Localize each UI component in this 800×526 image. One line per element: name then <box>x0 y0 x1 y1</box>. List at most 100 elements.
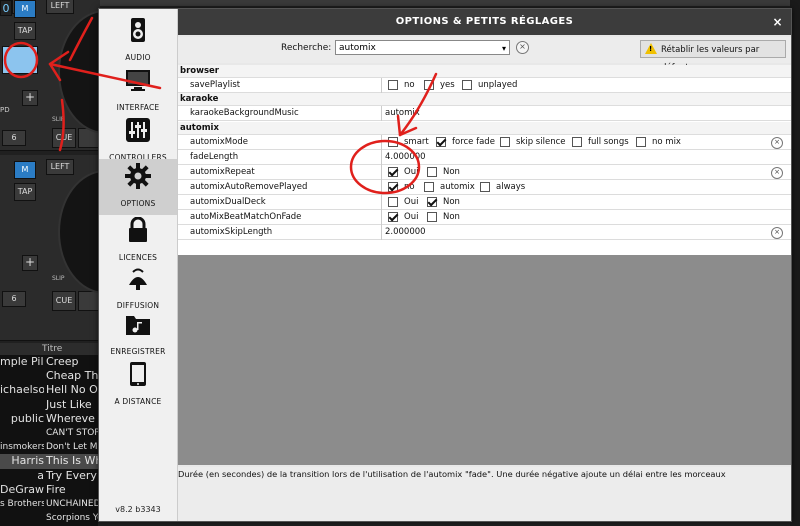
speaker-icon <box>131 18 145 42</box>
option-smart[interactable]: smart <box>388 137 429 148</box>
option-value[interactable]: automix <box>381 106 791 121</box>
playlist-row[interactable]: Scorpions You <box>0 511 98 525</box>
chevron-down-icon[interactable]: ▾ <box>502 41 506 56</box>
option-oui[interactable]: Oui <box>388 212 418 223</box>
checkbox-checked[interactable] <box>388 167 398 177</box>
deck-bottom-m-button[interactable]: M <box>14 161 36 179</box>
checkbox[interactable] <box>388 80 398 90</box>
playlist-artist: insmokers <box>0 442 44 453</box>
option-no[interactable]: no <box>388 80 415 91</box>
option-automix[interactable]: automix <box>424 182 475 193</box>
checkbox[interactable] <box>427 167 437 177</box>
playlist-title: Fire <box>46 482 66 496</box>
playlist-row[interactable]: Cheap Th <box>0 369 98 383</box>
option-non[interactable]: Non <box>427 212 460 223</box>
reset-defaults-button[interactable]: ! Rétablir les valeurs par défaut <box>640 40 786 73</box>
gear-icon <box>125 163 151 189</box>
option-label: Oui <box>404 167 419 177</box>
playlist-artist: mple Pilots <box>0 355 44 368</box>
option-force-fade[interactable]: force fade <box>436 137 495 148</box>
option-label: yes <box>440 80 455 90</box>
checkbox[interactable] <box>388 197 398 207</box>
checkbox[interactable] <box>462 80 472 90</box>
option-label: Oui <box>404 197 419 207</box>
option-label: Non <box>443 212 460 222</box>
option-yes[interactable]: yes <box>424 80 455 91</box>
deck-bottom-six-button[interactable]: 6 <box>2 291 26 307</box>
deck-top-tap-button[interactable]: TAP <box>14 22 36 40</box>
sidebar-item-enregistrer[interactable]: ENREGISTRER <box>99 307 177 363</box>
playlist-row[interactable]: HarrisThis Is What <box>0 454 98 469</box>
sidebar-item-audio[interactable]: AUDIO <box>99 13 177 69</box>
sidebar-item-options[interactable]: OPTIONS <box>99 159 177 215</box>
close-icon[interactable]: × <box>773 9 783 35</box>
option-oui[interactable]: Oui <box>388 197 418 208</box>
deck-bottom-plus-button[interactable]: + <box>22 255 38 271</box>
row-karaokebackgroundmusic: karaokeBackgroundMusic automix <box>178 106 791 121</box>
playlist-row[interactable]: insmokers Don't Let Me <box>0 440 98 454</box>
checkbox[interactable] <box>572 137 582 147</box>
search-input[interactable]: automix ▾ <box>335 40 510 55</box>
option-oui[interactable]: Oui <box>388 167 418 178</box>
group-karaoke: karaoke <box>178 93 791 106</box>
checkbox[interactable] <box>388 137 398 147</box>
playlist-header-title[interactable]: Titre <box>0 343 98 355</box>
playlist-title: Hell No OFF <box>46 383 98 397</box>
deck-top-plus-button[interactable]: + <box>22 90 38 106</box>
playlist-row[interactable]: ichaelsonHell No OFF <box>0 383 98 397</box>
row-automixautoremoveplayed: automixAutoRemovePlayed no automix alway… <box>178 180 791 195</box>
deck-bottom-tap-button[interactable]: TAP <box>14 183 36 201</box>
option-non[interactable]: Non <box>427 197 460 208</box>
option-text-value: 4.000000 <box>385 152 426 162</box>
checkbox-checked[interactable] <box>388 212 398 222</box>
checkbox[interactable] <box>424 80 434 90</box>
checkbox[interactable] <box>500 137 510 147</box>
monitor-icon <box>126 70 150 91</box>
playlist-row[interactable]: s Brothers UNCHAINED <box>0 497 98 511</box>
option-value[interactable]: 4.000000 <box>381 150 791 165</box>
playlist-row[interactable]: CAN'T STOP T <box>0 426 98 440</box>
deck-top-left-button[interactable]: LEFT <box>46 0 74 14</box>
deck-bottom-left-button[interactable]: LEFT <box>46 159 74 175</box>
option-no[interactable]: no <box>388 182 415 193</box>
checkbox-checked[interactable] <box>388 182 398 192</box>
playlist-row[interactable]: a Try Every <box>0 469 98 483</box>
checkbox-checked[interactable] <box>436 137 446 147</box>
checkbox[interactable] <box>427 212 437 222</box>
row-reset-icon[interactable]: × <box>771 227 783 239</box>
option-label: automix <box>440 182 475 192</box>
pitch-slider[interactable] <box>2 46 38 74</box>
deck-bottom-cue-button[interactable]: CUE <box>52 291 76 311</box>
playlist-row[interactable]: DeGraw Fire <box>0 483 98 497</box>
playlist-title: Creep <box>46 355 79 368</box>
checkbox[interactable] <box>480 182 490 192</box>
option-label: Oui <box>404 212 419 222</box>
deck-top-cue-button[interactable]: CUE <box>52 128 76 148</box>
deck-bottom-play-button[interactable] <box>78 291 100 311</box>
sidebar-item-label: AUDIO <box>125 53 151 62</box>
option-no-mix[interactable]: no mix <box>636 137 681 148</box>
playlist-panel: Titre mple PilotsCreepCheap ThichaelsonH… <box>0 343 98 526</box>
row-reset-icon[interactable]: × <box>771 167 783 179</box>
sidebar-item-interface[interactable]: INTERFACE <box>99 63 177 119</box>
sidebar-item-a-distance[interactable]: A DISTANCE <box>99 357 177 413</box>
playlist-row[interactable]: mple PilotsCreep <box>0 355 98 369</box>
option-value: Oui Non × <box>381 165 791 180</box>
option-full-songs[interactable]: full songs <box>572 137 629 148</box>
row-reset-icon[interactable]: × <box>771 137 783 149</box>
option-always[interactable]: always <box>480 182 525 193</box>
deck-top-m-button[interactable]: M <box>14 0 36 18</box>
search-clear-icon[interactable]: × <box>516 41 529 54</box>
checkbox-checked[interactable] <box>427 197 437 207</box>
checkbox[interactable] <box>424 182 434 192</box>
playlist-row[interactable]: public Whereve <box>0 412 98 426</box>
playlist-row[interactable]: Just Like <box>0 398 98 412</box>
option-non[interactable]: Non <box>427 167 460 178</box>
group-automix: automix <box>178 122 791 135</box>
option-unplayed[interactable]: unplayed <box>462 80 517 91</box>
option-value[interactable]: 2.000000 × <box>381 225 791 240</box>
checkbox[interactable] <box>636 137 646 147</box>
option-skip-silence[interactable]: skip silence <box>500 137 565 148</box>
option-label: no mix <box>652 137 681 147</box>
deck-top-six-button[interactable]: 6 <box>2 130 26 146</box>
